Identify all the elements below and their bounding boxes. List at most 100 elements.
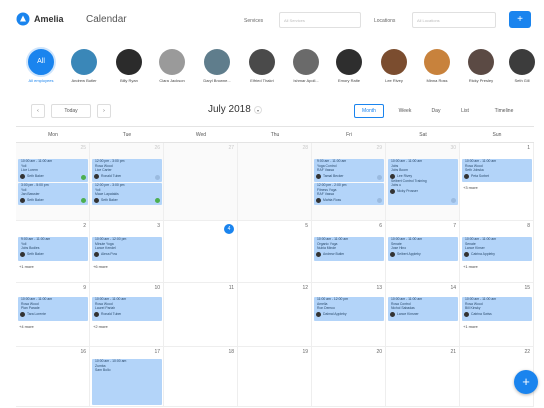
appointment-employee: Dalmal Appleby [314, 311, 384, 317]
appointment-card[interactable]: 10:00 am - 11:00 am Rosa Wood Laurel Par… [92, 297, 162, 321]
day-cell[interactable]: 27 [164, 143, 238, 221]
top-bar: Amelia Calendar Services All Services Lo… [0, 0, 544, 40]
more-appointments-link[interactable]: +1 more [463, 264, 478, 269]
today-indicator: 4 [224, 224, 234, 234]
appointment-card[interactable]: 12:00 pm - 3:00 pm Yoli Mace Lapatakis S… [92, 183, 162, 205]
more-appointments-link[interactable]: +4 more [19, 324, 34, 329]
next-month-button[interactable]: › [97, 104, 111, 118]
day-cell[interactable]: 21 [386, 347, 460, 407]
employee-item[interactable]: Clara Jackson [150, 44, 194, 83]
more-appointments-link[interactable]: +1 more [19, 264, 34, 269]
locations-select[interactable]: All Locations [412, 12, 496, 28]
appointment-customer: Nichol Sabadas [391, 306, 415, 311]
employee-item[interactable]: Emory Ralte [327, 44, 371, 83]
appointment-card[interactable]: 10:00 am - 11:00 am Rosa Wood Plan Parad… [18, 297, 88, 321]
day-number: 9 [83, 285, 86, 291]
day-cell[interactable]: 19 [238, 347, 312, 407]
appointment-employee: Seibert Appleby [388, 251, 458, 257]
day-cell[interactable]: 5 [238, 221, 312, 283]
appointment-card[interactable]: 11:00 am - 12:00 pm Amelia Ron Demco Dal… [314, 297, 384, 321]
day-number: 14 [450, 285, 456, 291]
pending-status-icon [451, 198, 456, 203]
employee-filter-strip: All All employees Andrew Butler Billy Ry… [0, 44, 544, 94]
more-appointments-link[interactable]: +3 more [463, 185, 478, 190]
appointment-card[interactable]: 10:00 am - 11:00 am Rosa Wood Seth Jobsk… [462, 159, 532, 182]
appointment-customer: Mace Lapatakis [95, 192, 119, 197]
month-picker-button[interactable]: ▾ [254, 106, 262, 114]
appointment-customer: Lice Lorem [21, 168, 38, 173]
floating-add-button[interactable]: + [514, 370, 538, 394]
appointment-card[interactable]: 9:00 am - 11:00 am Yoga Control RAF Vass… [314, 159, 384, 182]
appointment-card[interactable]: 10:00 am - 11:00 am Yoli Lice Lorem Seth… [18, 159, 88, 182]
day-cell[interactable]: 12 [238, 283, 312, 347]
add-appointment-button[interactable]: + [509, 11, 531, 28]
appointment-employee: Ronald Tuber [92, 173, 162, 179]
appointment-employee: Seth Baker [18, 197, 88, 203]
day-cell[interactable]: 29 [312, 143, 386, 221]
day-cell[interactable]: 20 [312, 347, 386, 407]
employee-name: Lance Kinsner [397, 311, 419, 316]
day-number: 26 [154, 145, 160, 151]
appointment-card[interactable]: 12:00 pm - 3:00 pm Rosa Wood Lice Carter… [92, 159, 162, 182]
view-timeline-button[interactable]: Timeline [484, 104, 524, 118]
day-cell[interactable]: 18 [164, 347, 238, 407]
day-number: 11 [228, 285, 234, 291]
employee-name: Ishmar Apoll... [293, 78, 319, 83]
day-cell[interactable]: 4 [164, 221, 238, 283]
prev-month-button[interactable]: ‹ [31, 104, 45, 118]
appointment-card[interactable]: 10:00 am - 11:00 am Senate Jose Hino Sei… [388, 237, 458, 261]
day-cell[interactable]: 11 [164, 283, 238, 347]
more-appointments-link[interactable]: +1 more [463, 324, 478, 329]
day-number: 17 [154, 349, 160, 355]
approved-status-icon [81, 175, 86, 180]
chevron-left-icon: ‹ [37, 108, 39, 114]
employee-item[interactable]: Seth Gill [500, 44, 544, 83]
day-number: 20 [376, 349, 382, 355]
appointment-card[interactable]: 10:00 am - 11:00 am Jobs Jobs Boom Lee R… [388, 159, 458, 205]
employee-name: Seibert Appleby [397, 251, 421, 256]
day-number: 29 [376, 145, 382, 151]
view-list-button[interactable]: List [453, 104, 477, 118]
appointment-employee: Seth Baker [18, 173, 88, 179]
services-select[interactable]: All Services [279, 12, 361, 28]
view-month-button[interactable]: Month [354, 104, 384, 118]
weekday-label: Tue [122, 132, 132, 138]
view-day-button[interactable]: Day [424, 104, 448, 118]
employee-item[interactable]: Andrew Butler [62, 44, 106, 83]
more-appointments-link[interactable]: +2 more [93, 324, 108, 329]
more-appointments-link[interactable]: +6 more [93, 264, 108, 269]
appointment-card[interactable]: 12:00 pm - 2:00 pm Fitness Yoga RAF Vass… [314, 183, 384, 205]
appointment-card[interactable]: 10:00 am - 11:00 am Rosa Control Nichol … [388, 297, 458, 321]
day-cell[interactable]: 16 [16, 347, 90, 407]
appointment-customer: Bill Kinsky [465, 306, 481, 311]
appointment-card[interactable]: 10:00 am - 11:00 am Senate Lance Kinser … [462, 237, 532, 261]
today-button[interactable]: Today [51, 104, 91, 118]
employee-item[interactable]: Minna Ross [415, 44, 459, 83]
appointment-card[interactable]: 3:00 pm - 5:00 pm Yoli Jan Bawster Seth … [18, 183, 88, 205]
day-number: 19 [302, 349, 308, 355]
day-cell[interactable]: 28 [238, 143, 312, 221]
appointment-card[interactable]: 10:00 am - 11:00 am Rosa Wood Bill Kinsk… [462, 297, 532, 321]
employee-item[interactable]: Daryl Browne... [195, 44, 239, 83]
day-cell[interactable]: 25 [16, 143, 90, 221]
employee-item[interactable]: Ricky Presley [459, 44, 503, 83]
employee-name: Billy Ryan [120, 78, 138, 83]
appointment-card[interactable]: 9:00 am - 11:00 am Yoli Jobs Bodies Seth… [18, 237, 88, 261]
day-number: 28 [302, 145, 308, 151]
employee-item[interactable]: Billy Ryan [107, 44, 151, 83]
appointment-customer: Plan Parade [21, 306, 40, 311]
appointment-card[interactable]: 10:00 am - 11:00 am Organic Yoga Nubia M… [314, 237, 384, 261]
appointment-customer: Lance Kinser [465, 246, 485, 251]
view-week-button[interactable]: Week [392, 104, 418, 118]
day-cell[interactable]: 1 [460, 143, 534, 221]
day-cell[interactable]: 26 [90, 143, 164, 221]
employee-item[interactable]: Elfried Thakri [240, 44, 284, 83]
day-number: 2 [83, 223, 86, 229]
appointment-card[interactable]: 10:00 am - 12:00 pm Minute Yoga Lance Ke… [92, 237, 162, 261]
employee-name: Minna Ross [426, 78, 448, 83]
employee-item[interactable]: Lee Rivey [372, 44, 416, 83]
employee-item[interactable]: Ishmar Apoll... [284, 44, 328, 83]
appointment-card[interactable]: 10:00 am - 10:00 am Zumba Sam Bollo [92, 359, 162, 405]
employee-name: Ricky Presley [468, 78, 494, 83]
employee-all[interactable]: All All employees [19, 44, 63, 83]
